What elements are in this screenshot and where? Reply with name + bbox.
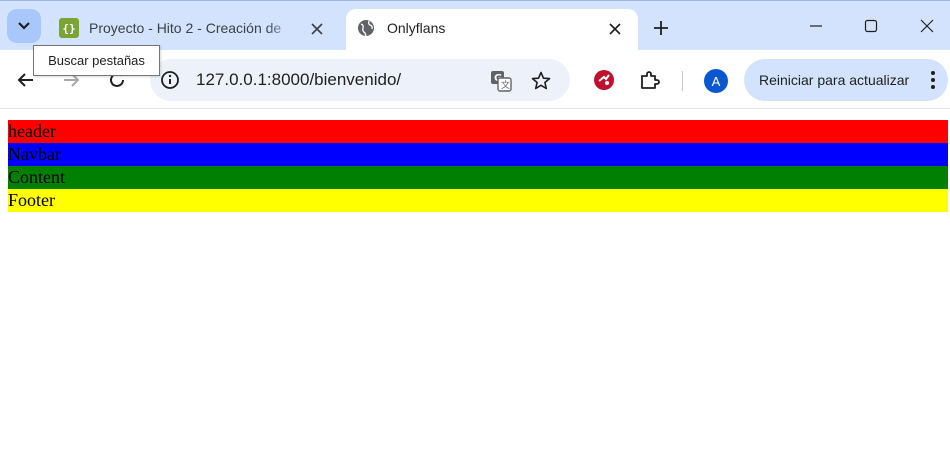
- tab-onlyflans[interactable]: Onlyflans: [346, 9, 638, 51]
- navbar-block: Navbar: [8, 143, 948, 166]
- tooltip: Buscar pestañas: [33, 45, 160, 76]
- footer-block: Footer: [8, 189, 948, 212]
- close-icon[interactable]: [604, 18, 626, 40]
- minimize-button[interactable]: [803, 13, 829, 39]
- translate-icon[interactable]: G文: [490, 70, 512, 92]
- address-bar[interactable]: 127.0.0.1:8000/bienvenido/ G文: [150, 59, 570, 101]
- toolbar-divider: [682, 71, 683, 91]
- close-window-button[interactable]: [914, 13, 940, 39]
- pycharm-icon: {}: [59, 18, 79, 38]
- page-viewport: header Navbar Content Footer: [0, 110, 950, 463]
- chevron-down-icon: [18, 22, 30, 30]
- bookmark-star-icon[interactable]: [530, 70, 552, 92]
- new-tab-button[interactable]: [648, 15, 674, 41]
- tab-title: Onlyflans: [387, 20, 446, 36]
- address-url[interactable]: 127.0.0.1:8000/bienvenido/: [196, 70, 401, 90]
- minimize-icon: [810, 25, 822, 27]
- restart-label: Reiniciar para actualizar: [759, 72, 910, 88]
- extension-icon[interactable]: [593, 69, 615, 91]
- plus-icon: [654, 21, 668, 35]
- more-vert-icon[interactable]: [928, 70, 938, 90]
- svg-text:文: 文: [501, 79, 510, 91]
- header-block: header: [8, 120, 948, 143]
- content-block: Content: [8, 166, 948, 189]
- tab-title: Proyecto - Hito 2 - Creación de: [89, 20, 282, 36]
- close-icon[interactable]: [306, 18, 328, 40]
- info-icon[interactable]: [160, 70, 180, 90]
- tab-search-button[interactable]: [7, 9, 41, 43]
- maximize-icon: [864, 19, 878, 33]
- puzzle-icon[interactable]: [639, 69, 661, 91]
- maximize-button[interactable]: [858, 13, 884, 39]
- close-icon: [920, 19, 934, 33]
- avatar[interactable]: A: [704, 69, 728, 93]
- globe-icon: [358, 20, 374, 37]
- tab-strip: {} Proyecto - Hito 2 - Creación de Onlyf…: [0, 0, 950, 51]
- restart-to-update-button[interactable]: Reiniciar para actualizar: [744, 59, 948, 101]
